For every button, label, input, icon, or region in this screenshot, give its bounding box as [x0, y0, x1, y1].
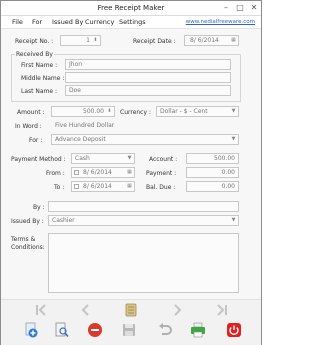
calendar-icon[interactable]: ▦: [126, 183, 133, 190]
stepper-icon[interactable]: ⬍: [92, 37, 99, 44]
calendar-icon[interactable]: ▦: [230, 37, 237, 44]
title-bar: Free Receipt Maker – □ ✕: [1, 1, 261, 16]
receipt-date-label: Receipt Date :: [133, 38, 176, 45]
new-receipt-icon[interactable]: [23, 322, 39, 338]
issued-by-select[interactable]: Cashier ▼: [48, 215, 239, 226]
next-record-icon[interactable]: [170, 303, 184, 317]
stepper-icon[interactable]: ⬍: [106, 108, 113, 115]
currency-value: Dollar - $ - Cent: [160, 108, 208, 115]
undo-icon[interactable]: [157, 322, 173, 338]
chevron-down-icon[interactable]: ▼: [230, 108, 237, 115]
last-name-label: Last Name :: [21, 88, 58, 95]
for-value: Advance Deposit: [55, 136, 106, 143]
close-button[interactable]: ✕: [247, 3, 261, 13]
from-date-value: 8/ 6/2014: [83, 169, 112, 176]
issued-by-label: Issued By :: [11, 218, 44, 225]
terms-textarea[interactable]: [48, 233, 239, 293]
in-word-value: Five Hundred Dollar: [55, 122, 115, 129]
maximize-button[interactable]: □: [233, 3, 247, 13]
account-label: Account :: [149, 156, 178, 163]
amount-stepper[interactable]: 500.00 ⬍: [51, 106, 115, 117]
website-link[interactable]: www.nedialfreeware.com: [186, 19, 255, 25]
currency-select[interactable]: Dollar - $ - Cent ▼: [156, 106, 239, 117]
menu-for[interactable]: For: [32, 18, 42, 26]
app-window: Free Receipt Maker – □ ✕ File For Issued…: [0, 0, 262, 345]
save-icon[interactable]: [121, 322, 137, 338]
print-icon[interactable]: [190, 322, 206, 338]
bal-due-label: Bal. Due :: [146, 184, 176, 191]
preview-icon[interactable]: [54, 322, 70, 338]
menu-file[interactable]: File: [12, 18, 23, 26]
receipt-date-value: 8/ 6/2014: [190, 37, 219, 44]
first-name-field[interactable]: Jhon: [65, 59, 231, 70]
delete-icon[interactable]: [87, 322, 103, 338]
for-select[interactable]: Advance Deposit ▼: [51, 134, 239, 145]
exit-icon[interactable]: [226, 322, 242, 338]
previous-record-icon[interactable]: [79, 303, 93, 317]
last-record-icon[interactable]: [215, 303, 229, 317]
middle-name-label: Middle Name :: [21, 75, 65, 82]
chevron-down-icon[interactable]: ▼: [230, 136, 237, 143]
terms-label: Terms & Conditions:: [11, 236, 45, 251]
issued-by-value: Cashier: [52, 217, 75, 224]
chevron-down-icon[interactable]: ▼: [230, 217, 237, 224]
receipt-no-value: 1: [86, 37, 90, 44]
last-name-field[interactable]: Doe: [65, 85, 231, 96]
calendar-icon[interactable]: ▦: [126, 169, 133, 176]
to-label: To :: [54, 184, 65, 191]
receipt-date-picker[interactable]: 8/ 6/2014 ▦: [184, 35, 239, 46]
payment-method-select[interactable]: Cash ▼: [71, 153, 135, 164]
to-date-picker[interactable]: 8/ 6/2014 ▦: [71, 181, 135, 192]
payment-method-value: Cash: [75, 155, 90, 162]
account-field[interactable]: 500.00: [186, 153, 239, 164]
received-by-label: Received By: [15, 51, 54, 58]
receipt-no-label: Receipt No. :: [15, 38, 54, 45]
for-label: For :: [29, 137, 43, 144]
notes-icon[interactable]: [124, 303, 138, 317]
payment-field[interactable]: 0.00: [186, 167, 239, 178]
currency-label: Currency :: [120, 109, 151, 116]
from-date-picker[interactable]: 8/ 6/2014 ▦: [71, 167, 135, 178]
amount-label: Amount :: [17, 109, 45, 116]
menu-bar: File For Issued By Currency Settings www…: [1, 16, 261, 29]
menu-currency[interactable]: Currency: [85, 18, 114, 26]
from-date-checkbox[interactable]: [74, 170, 79, 175]
first-name-label: First Name :: [21, 62, 58, 69]
in-word-label: In Word :: [15, 123, 42, 130]
minimize-button[interactable]: –: [219, 3, 233, 13]
by-field[interactable]: [48, 201, 239, 212]
from-label: From :: [46, 170, 65, 177]
payment-method-label: Payment Method :: [11, 156, 66, 163]
to-date-value: 8/ 6/2014: [83, 183, 112, 190]
chevron-down-icon[interactable]: ▼: [126, 155, 133, 162]
menu-issued-by[interactable]: Issued By: [52, 18, 83, 26]
to-date-checkbox[interactable]: [74, 184, 79, 189]
menu-settings[interactable]: Settings: [119, 18, 146, 26]
payment-label: Payment :: [146, 170, 177, 177]
middle-name-field[interactable]: [65, 72, 231, 83]
first-record-icon[interactable]: [34, 303, 48, 317]
bal-due-field[interactable]: 0.00: [186, 181, 239, 192]
receipt-no-stepper[interactable]: 1 ⬍: [60, 35, 101, 46]
amount-value: 500.00: [83, 108, 104, 115]
by-label: By :: [33, 204, 45, 211]
